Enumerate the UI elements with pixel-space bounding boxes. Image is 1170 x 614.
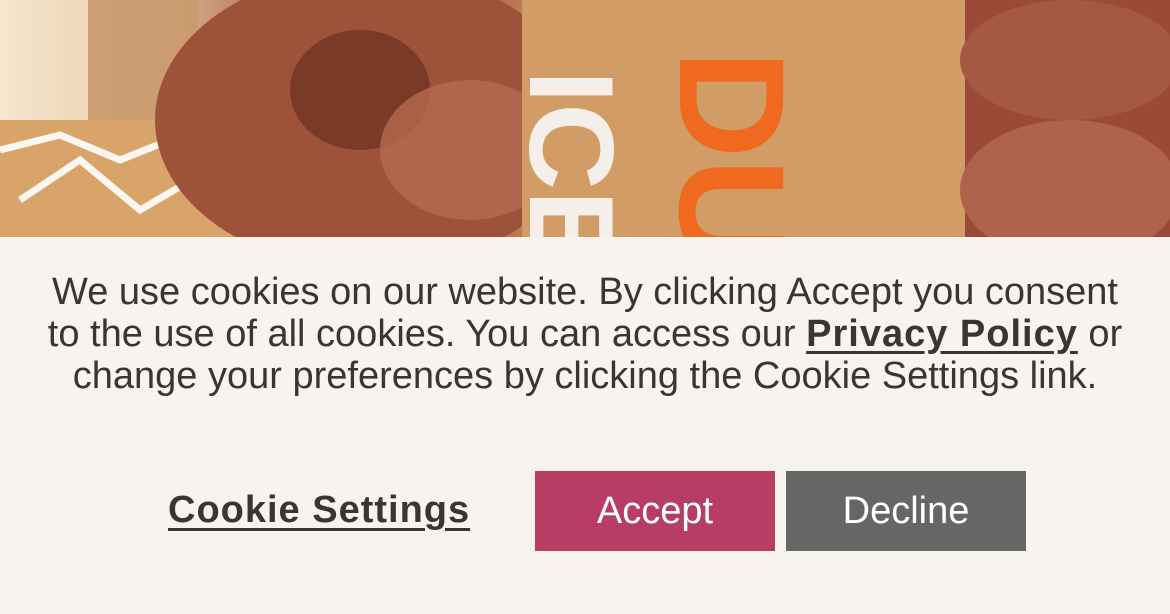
svg-text:DU: DU (648, 50, 816, 237)
decline-button[interactable]: Decline (786, 471, 1026, 551)
accept-button[interactable]: Accept (535, 471, 775, 551)
donut-coffee-illustration: ICE DU (0, 0, 1170, 237)
cookie-message: We use cookies on our website. By clicki… (40, 271, 1130, 397)
cookie-banner: We use cookies on our website. By clicki… (0, 237, 1170, 614)
privacy-policy-link[interactable]: Privacy Policy (806, 313, 1078, 355)
cookie-settings-link[interactable]: Cookie Settings (168, 489, 470, 532)
cookie-actions: Cookie Settings Accept Decline (0, 471, 1170, 551)
svg-text:ICE: ICE (504, 70, 638, 237)
hero-image: ICE DU (0, 0, 1170, 237)
